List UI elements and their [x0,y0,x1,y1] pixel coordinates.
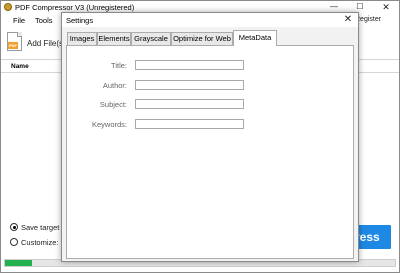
pdf-badge: PDF [8,42,18,49]
save-target-option[interactable]: Save target fil [10,223,67,232]
customize-radio[interactable] [10,238,18,246]
page-corner [17,32,22,37]
column-header-name[interactable]: Name [11,63,29,70]
author-label: Author: [102,81,127,90]
tab-images[interactable]: Images [67,32,97,45]
subject-label: Subject: [99,100,127,109]
settings-tabs: Images Elements Grayscale Optimize for W… [66,30,354,46]
dialog-title-bar: Settings ✕ [62,13,358,27]
title-input[interactable] [135,60,244,70]
metadata-panel: Title: Author: Subject: Keywords: [66,45,354,259]
app-logo-icon [4,3,12,11]
menu-file[interactable]: File [13,16,25,25]
tab-grayscale[interactable]: Grayscale [131,32,171,45]
progress-fill [5,260,33,266]
title-label: Title: [111,61,127,70]
save-target-label: Save target fil [21,223,67,232]
customize-label: Customize: [21,238,59,247]
tab-optimize-for-web[interactable]: Optimize for Web [171,32,233,45]
keywords-label: Keywords: [91,120,127,129]
dialog-title: Settings [66,16,94,25]
window-title: PDF Compressor V3 (Unregistered) [15,3,135,12]
close-icon[interactable]: ✕ [376,1,396,14]
menu-tools[interactable]: Tools [35,16,53,25]
customize-option[interactable]: Customize: [10,238,59,247]
tab-metadata[interactable]: MetaData [233,30,277,46]
dialog-close-icon[interactable]: ✕ [342,14,354,26]
author-input[interactable] [135,80,244,90]
tab-elements[interactable]: Elements [97,32,131,45]
add-files-label: Add File(s) [27,39,66,48]
save-target-radio[interactable] [10,223,18,231]
keywords-input[interactable] [135,119,244,129]
pdf-file-icon: PDF [7,32,22,51]
subject-input[interactable] [135,99,244,109]
settings-dialog: Settings ✕ Images Elements Grayscale Opt… [61,12,359,262]
